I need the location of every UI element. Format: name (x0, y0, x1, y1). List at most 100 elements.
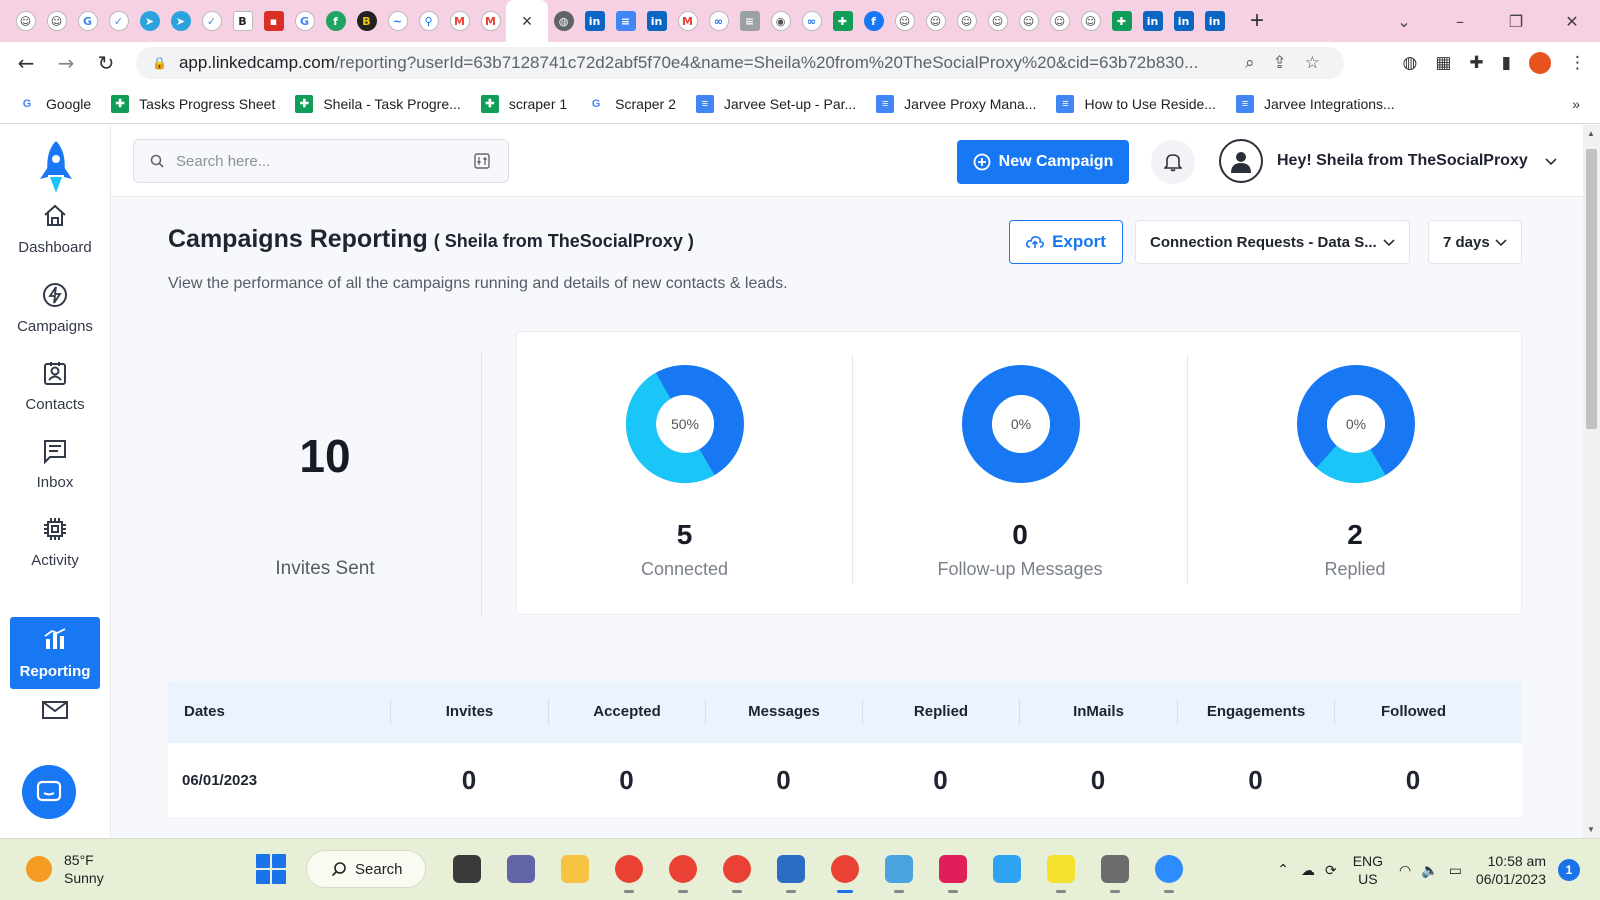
browser-tab[interactable]: ≡ (734, 0, 765, 42)
sidebar-item-dashboard[interactable]: Dashboard (10, 193, 100, 265)
volume-icon[interactable]: 🔈 (1421, 862, 1438, 879)
close-window-icon[interactable]: ✕ (1544, 12, 1600, 31)
period-select[interactable]: 7 days (1428, 220, 1522, 264)
start-button[interactable] (256, 854, 286, 884)
scrollbar[interactable]: ▲ ▼ (1583, 125, 1600, 838)
taskbar-app[interactable] (980, 849, 1034, 889)
bookmark-item[interactable]: ≡ How to Use Reside... (1056, 94, 1216, 113)
back-icon[interactable]: ← (6, 51, 46, 75)
rocket-logo-icon[interactable] (36, 139, 76, 195)
browser-tab[interactable]: f (320, 0, 351, 42)
chat-support-button[interactable] (22, 765, 76, 819)
browser-tab[interactable]: ⚲ (413, 0, 444, 42)
share-icon[interactable]: ⇪ (1273, 53, 1287, 73)
new-campaign-button[interactable]: New Campaign (957, 140, 1129, 184)
browser-tab[interactable]: ☺ (889, 0, 920, 42)
chevron-up-icon[interactable]: ⌃ (1277, 862, 1289, 878)
search-input[interactable] (176, 152, 466, 170)
qr-extension-icon[interactable]: ▦ (1435, 53, 1451, 73)
browser-tab[interactable]: M (475, 0, 506, 42)
sidebar-item-activity[interactable]: Activity (10, 506, 100, 578)
battery-icon[interactable]: ▭ (1449, 862, 1462, 879)
notification-badge[interactable]: 1 (1558, 859, 1580, 881)
browser-tab[interactable]: G (289, 0, 320, 42)
bookmark-item[interactable]: ✚ Sheila - Task Progre... (295, 94, 461, 113)
bookmark-item[interactable]: ≡ Jarvee Proxy Mana... (876, 94, 1036, 113)
browser-tab[interactable]: ➤ (165, 0, 196, 42)
sidebar-item-campaigns[interactable]: Campaigns (10, 272, 100, 344)
bookmark-item[interactable]: ≡ Jarvee Integrations... (1235, 94, 1395, 113)
address-bar[interactable]: 🔒 app.linkedcamp.com/reporting?userId=63… (136, 47, 1344, 79)
browser-tab[interactable]: ➤ (134, 0, 165, 42)
browser-tab[interactable]: ☺ (982, 0, 1013, 42)
browser-tab[interactable]: ☺ (41, 0, 72, 42)
campaign-select[interactable]: Connection Requests - Data S... (1135, 220, 1410, 264)
tab-search-icon[interactable]: ⌄ (1376, 12, 1432, 31)
sidebar-item-contacts[interactable]: Contacts (10, 350, 100, 422)
column-header-replied[interactable]: Replied (862, 699, 1019, 725)
browser-tab[interactable]: ✚ (827, 0, 858, 42)
taskbar-app[interactable] (1034, 849, 1088, 893)
url-text[interactable]: app.linkedcamp.com/reporting?userId=63b7… (179, 53, 1229, 73)
browser-tab[interactable]: ~ (382, 0, 413, 42)
browser-tab[interactable]: ▪ (258, 0, 289, 42)
taskbar-app[interactable] (656, 849, 710, 893)
close-tab-icon[interactable]: × (522, 11, 533, 32)
sidebar-item-reporting[interactable]: Reporting (10, 617, 100, 689)
filter-settings-icon[interactable] (474, 153, 490, 169)
browser-tab[interactable]: in (641, 0, 672, 42)
browser-tab[interactable]: ☺ (951, 0, 982, 42)
taskbar-app[interactable] (926, 849, 980, 893)
browser-tab[interactable]: f (858, 0, 889, 42)
taskbar-app[interactable] (872, 849, 926, 893)
notifications-button[interactable] (1151, 140, 1195, 184)
bookmark-item[interactable]: ≡ Jarvee Set-up - Par... (695, 94, 856, 113)
browser-tab[interactable]: in (579, 0, 610, 42)
side-panel-icon[interactable]: ▮ (1502, 53, 1511, 73)
browser-tab[interactable]: ☺ (10, 0, 41, 42)
taskbar-app[interactable] (1088, 849, 1142, 893)
column-header-dates[interactable]: Dates (168, 699, 390, 725)
restore-icon[interactable]: ❐ (1488, 12, 1544, 31)
chevron-down-icon[interactable] (1544, 154, 1558, 168)
new-tab-button[interactable]: + (1242, 7, 1272, 35)
puzzle-icon[interactable]: ✚ (1469, 53, 1483, 73)
active-tab[interactable]: × (506, 0, 548, 42)
wifi-icon[interactable]: ◠ (1399, 862, 1411, 879)
star-icon[interactable]: ☆ (1305, 53, 1320, 73)
browser-tab[interactable]: in (1168, 0, 1199, 42)
browser-tab[interactable]: ✓ (196, 0, 227, 42)
column-header-messages[interactable]: Messages (705, 699, 862, 725)
clock[interactable]: 10:58 am 06/01/2023 (1476, 852, 1546, 888)
taskbar-app[interactable] (818, 849, 872, 893)
mail-icon[interactable] (10, 695, 100, 725)
bookmark-item[interactable]: G Google (18, 94, 91, 113)
taskbar-app[interactable] (548, 849, 602, 889)
browser-tab[interactable]: ☺ (1044, 0, 1075, 42)
browser-tab[interactable]: in (1199, 0, 1230, 42)
cloud-error-icon[interactable]: ☁ (1301, 862, 1315, 879)
column-header-followed[interactable]: Followed (1334, 699, 1492, 725)
browser-tab[interactable]: ∞ (796, 0, 827, 42)
browser-tab[interactable]: B (351, 0, 382, 42)
zoom-icon[interactable]: ⌕ (1245, 53, 1255, 73)
bookmark-item[interactable]: ✚ scraper 1 (480, 94, 567, 113)
browser-tab[interactable]: ◍ (548, 0, 579, 42)
search-box[interactable] (133, 139, 509, 183)
browser-tab[interactable]: M (444, 0, 475, 42)
column-header-accepted[interactable]: Accepted (548, 699, 705, 725)
globe-extension-icon[interactable]: ◍ (1402, 53, 1417, 73)
browser-tab[interactable]: ☺ (1013, 0, 1044, 42)
minimize-icon[interactable]: – (1432, 12, 1488, 31)
browser-tab[interactable]: in (1137, 0, 1168, 42)
sidebar-item-inbox[interactable]: Inbox (10, 428, 100, 500)
taskbar-app[interactable] (494, 849, 548, 889)
browser-tab[interactable]: ☺ (1075, 0, 1106, 42)
browser-tab[interactable]: ☺ (920, 0, 951, 42)
more-bookmarks-icon[interactable]: » (1572, 96, 1580, 112)
weather-widget[interactable]: 85°F Sunny (26, 851, 104, 887)
reload-icon[interactable]: ↻ (86, 51, 126, 75)
export-button[interactable]: Export (1009, 220, 1123, 264)
browser-tab[interactable]: ✚ (1106, 0, 1137, 42)
avatar[interactable] (1219, 139, 1263, 183)
